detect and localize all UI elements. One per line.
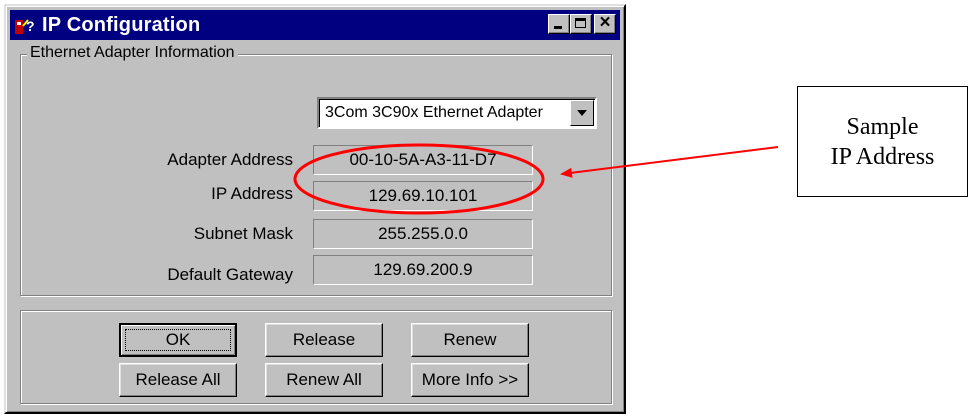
callout-line-2: IP Address	[830, 143, 935, 170]
annotation-callout: Sample IP Address	[797, 86, 968, 197]
highlight-ellipse	[293, 143, 545, 215]
annotation-overlay	[293, 143, 779, 215]
callout-line-1: Sample	[846, 113, 919, 140]
screenshot-stage: ? IP Configuration × Ethernet Adapter In…	[0, 0, 980, 418]
annotation-arrow	[560, 146, 779, 178]
